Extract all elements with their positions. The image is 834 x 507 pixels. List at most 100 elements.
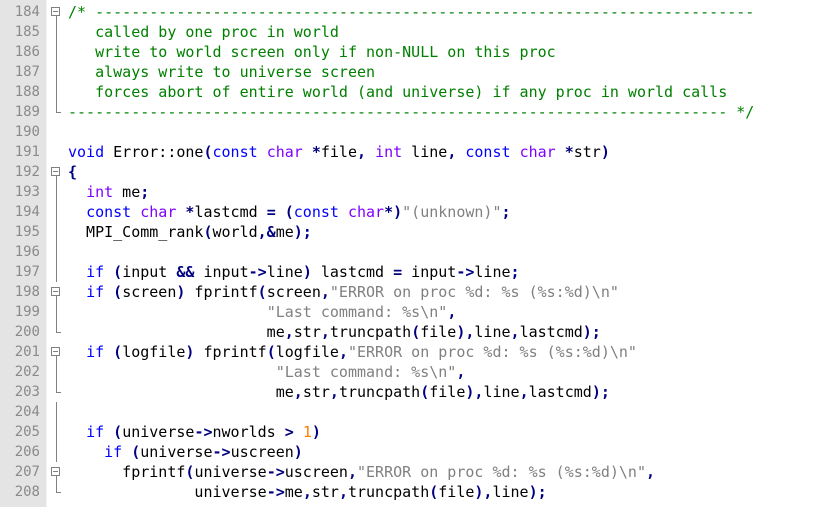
code-token: logfile — [275, 343, 339, 361]
code-line[interactable]: 188 forces abort of entire world (and un… — [0, 82, 834, 102]
code-token: str — [302, 383, 330, 401]
line-number: 196 — [14, 244, 40, 260]
code-line[interactable]: 193 int me; — [0, 182, 834, 202]
code-token: if — [86, 263, 105, 281]
code-token: { — [68, 163, 78, 181]
code-line[interactable]: 205 if (universe->nworlds > 1) — [0, 422, 834, 442]
code-token: , — [320, 283, 330, 301]
code-line[interactable]: 186 write to world screen only if non-NU… — [0, 42, 834, 62]
line-number: 195 — [14, 224, 40, 240]
code-line[interactable]: 192 { — [0, 162, 834, 182]
code-line[interactable]: 184 /* ----------------------------------… — [0, 2, 834, 22]
code-text: "Last command: %s\n", — [68, 362, 466, 382]
code-text: me,str,truncpath(file),line,lastcmd); — [68, 382, 610, 402]
code-line[interactable]: 201 if (logfile) fprintf(logfile,"ERROR … — [0, 342, 834, 362]
code-token: -> — [266, 483, 285, 501]
line-number: 202 — [14, 364, 40, 380]
code-token: ), — [456, 323, 475, 341]
code-token: ( — [131, 443, 141, 461]
code-token: me — [68, 323, 285, 341]
code-line[interactable]: 196 — [0, 242, 834, 262]
code-line[interactable]: 194 const char *lastcmd = (const char*)"… — [0, 202, 834, 222]
code-token: if — [86, 423, 105, 441]
code-line[interactable]: 199 "Last command: %s\n", — [0, 302, 834, 322]
code-line[interactable]: 204 — [0, 402, 834, 422]
code-line[interactable]: 191 void Error::one(const char *file, int… — [0, 142, 834, 162]
fold-end-marker — [56, 392, 61, 393]
code-text: me,str,truncpath(file),line,lastcmd); — [68, 322, 601, 342]
code-token: -> — [266, 463, 285, 481]
fold-toggle-icon[interactable] — [51, 347, 60, 356]
code-token: uscreen — [230, 443, 294, 461]
code-token: ( — [257, 283, 267, 301]
fold-toggle-icon[interactable] — [51, 167, 60, 176]
code-token: universe — [194, 463, 267, 481]
line-number: 198 — [14, 284, 40, 300]
line-number: 189 — [14, 104, 40, 120]
code-line[interactable]: 202 "Last command: %s\n", — [0, 362, 834, 382]
fold-toggle-icon[interactable] — [51, 7, 60, 16]
code-line[interactable]: 197 if (input && input->line) lastcmd = … — [0, 262, 834, 282]
fold-line — [56, 242, 57, 262]
code-line[interactable]: 195 MPI_Comm_rank(world,&me); — [0, 222, 834, 242]
code-line[interactable]: 198 if (screen) fprintf(screen,"ERROR on… — [0, 282, 834, 302]
code-token: const — [465, 143, 511, 161]
code-line[interactable]: 208 universe->me,str,truncpath(file),lin… — [0, 482, 834, 502]
code-text: MPI_Comm_rank(world,&me); — [68, 222, 312, 242]
code-token: line — [492, 483, 529, 501]
code-token: > — [284, 423, 294, 441]
line-number: 206 — [14, 444, 40, 460]
code-line[interactable]: 207 fprintf(universe->uscreen,"ERROR on … — [0, 462, 834, 482]
code-line[interactable]: 190 — [0, 122, 834, 142]
line-number: 192 — [14, 164, 40, 180]
code-line[interactable]: 200 me,str,truncpath(file),line,lastcmd)… — [0, 322, 834, 342]
code-token: ); — [591, 383, 610, 401]
code-text: { — [68, 162, 77, 182]
code-token: , — [293, 383, 303, 401]
code-token: if — [104, 443, 123, 461]
code-token: universe — [68, 483, 267, 501]
code-token: , — [338, 343, 348, 361]
code-line[interactable]: 206 if (universe->uscreen) — [0, 442, 834, 462]
code-line[interactable]: 189 -------------------------------------… — [0, 102, 834, 122]
code-token: file — [438, 483, 475, 501]
code-token: ( — [266, 343, 276, 361]
code-token: ; — [510, 263, 520, 281]
code-editor[interactable]: 184 /* ----------------------------------… — [0, 0, 834, 507]
code-token: if — [86, 283, 105, 301]
fold-line — [56, 442, 57, 462]
code-token: ( — [113, 423, 123, 441]
code-token: "ERROR on proc %d: %s (%s:%d)\n" — [357, 463, 646, 481]
code-token: input — [402, 263, 457, 281]
code-token: ( — [420, 383, 430, 401]
code-token: logfile — [122, 343, 186, 361]
code-line[interactable]: 185 called by one proc in world — [0, 22, 834, 42]
code-token: str — [311, 483, 339, 501]
code-token: ( — [203, 143, 213, 161]
fold-toggle-icon[interactable] — [51, 467, 60, 476]
code-token: me — [284, 483, 303, 501]
code-token: ( — [113, 343, 123, 361]
fold-line — [56, 62, 57, 82]
code-token: , — [510, 323, 520, 341]
code-token: truncpath — [338, 383, 421, 401]
code-token: const — [86, 203, 132, 221]
code-token: "ERROR on proc %d: %s (%s:%d)\n" — [347, 343, 637, 361]
code-token: lastcmd — [519, 323, 583, 341]
fold-toggle-icon[interactable] — [51, 287, 60, 296]
code-line[interactable]: 187 always write to universe screen — [0, 62, 834, 82]
code-token: ( — [113, 283, 123, 301]
code-line[interactable]: 203 me,str,truncpath(file),line,lastcmd)… — [0, 382, 834, 402]
code-text: write to world screen only if non-NULL o… — [68, 42, 556, 62]
fold-line — [56, 302, 57, 322]
line-number: 200 — [14, 324, 40, 340]
code-text: if (universe->nworlds > 1) — [68, 422, 321, 442]
fold-line — [56, 222, 57, 242]
line-number: 188 — [14, 84, 40, 100]
code-token: "Last command: %s\n" — [275, 363, 457, 381]
